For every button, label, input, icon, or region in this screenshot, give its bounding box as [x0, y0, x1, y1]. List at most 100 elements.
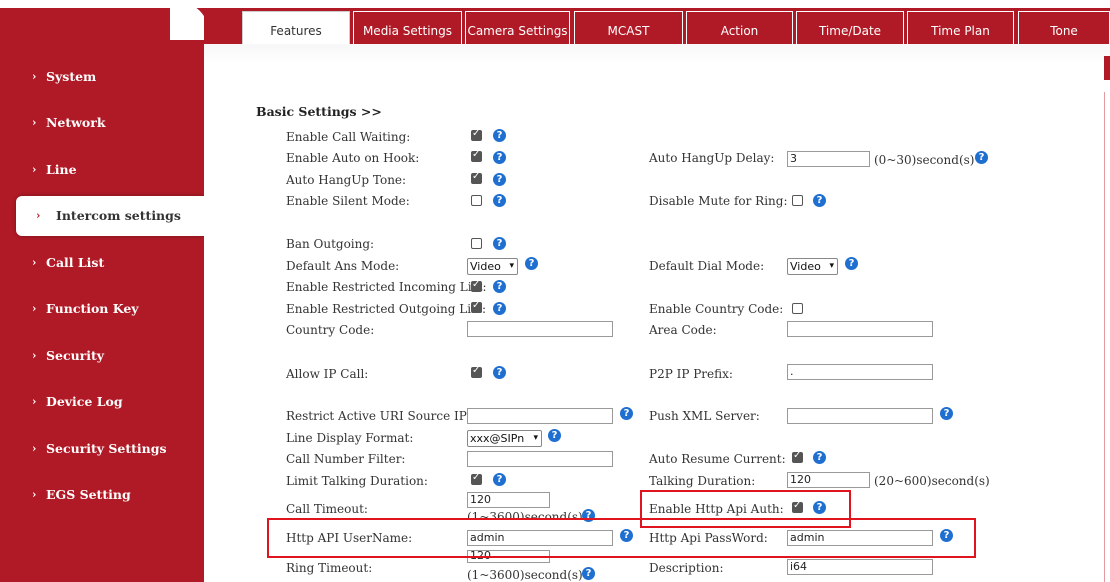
auto-resume-current-checkbox[interactable] — [792, 450, 803, 463]
help-icon[interactable]: ? — [493, 151, 506, 164]
line-display-format-select[interactable]: xxx@SIPn ▾ — [467, 430, 542, 447]
restricted-outgoing-checkbox[interactable] — [471, 300, 482, 313]
help-icon[interactable]: ? — [845, 257, 858, 270]
restricted-incoming-label: Enable Restricted Incoming List: — [286, 280, 487, 294]
country-code-enable-checkbox[interactable] — [792, 303, 803, 314]
default-ans-mode-select[interactable]: Video ▾ — [467, 258, 518, 275]
tab-features[interactable]: Features — [242, 11, 350, 44]
sidebar-item-label: EGS Setting — [46, 487, 131, 502]
tab-tone[interactable]: Tone — [1018, 11, 1110, 44]
ring-timeout-hint: (1~3600)second(s) — [467, 568, 583, 582]
restricted-incoming-checkbox[interactable] — [471, 279, 482, 292]
help-icon[interactable]: ? — [620, 407, 633, 420]
p2p-ip-prefix-input[interactable]: . — [787, 364, 933, 380]
ban-outgoing-checkbox[interactable] — [471, 238, 482, 249]
sidebar-item-system[interactable]: › System — [0, 62, 204, 92]
default-ans-mode-label: Default Ans Mode: — [286, 259, 400, 273]
call-number-filter-input[interactable] — [467, 451, 613, 467]
call-waiting-checkbox[interactable] — [471, 128, 482, 141]
sidebar-item-label: Security — [46, 348, 105, 363]
description-input[interactable]: i64 — [787, 559, 933, 575]
default-dial-mode-select[interactable]: Video ▾ — [787, 258, 838, 275]
help-icon[interactable]: ? — [975, 151, 988, 164]
auto-hangup-delay-input[interactable]: 3 — [787, 151, 870, 167]
tab-time-plan[interactable]: Time Plan — [907, 11, 1014, 44]
help-icon[interactable]: ? — [493, 237, 506, 250]
section-title: Basic Settings >> — [256, 104, 382, 119]
tab-mcast[interactable]: MCAST — [574, 11, 683, 44]
auto-hangup-tone-checkbox[interactable] — [471, 171, 482, 184]
highlight-box-http-api-credentials — [267, 518, 976, 558]
country-code-enable-label: Enable Country Code: — [649, 302, 784, 316]
chevron-right-icon: › — [32, 116, 37, 129]
sidebar-item-label: Function Key — [46, 301, 139, 316]
tab-camera-settings[interactable]: Camera Settings — [465, 11, 570, 44]
chevron-right-icon: › — [36, 209, 41, 222]
right-panel-border — [1104, 92, 1110, 582]
help-icon[interactable]: ? — [493, 129, 506, 142]
help-icon[interactable]: ? — [940, 407, 953, 420]
help-icon[interactable]: ? — [493, 302, 506, 315]
chevron-right-icon: › — [32, 256, 37, 269]
line-display-format-label: Line Display Format: — [286, 431, 414, 445]
select-value: xxx@SIPn — [470, 432, 525, 445]
sidebar-item-label: Call List — [46, 255, 105, 270]
allow-ip-call-label: Allow IP Call: — [286, 367, 369, 381]
sidebar-item-security-settings[interactable]: › Security Settings — [0, 434, 204, 464]
sidebar-item-label: System — [46, 69, 97, 84]
auto-on-hook-checkbox[interactable] — [471, 149, 482, 162]
call-timeout-label: Call Timeout: — [286, 502, 368, 516]
sidebar-item-security[interactable]: › Security — [0, 341, 204, 371]
help-icon[interactable]: ? — [493, 194, 506, 207]
call-waiting-label: Enable Call Waiting: — [286, 130, 411, 144]
call-number-filter-label: Call Number Filter: — [286, 452, 406, 466]
sidebar-item-label: Network — [46, 115, 106, 130]
country-code-input[interactable] — [467, 321, 613, 337]
help-icon[interactable]: ? — [582, 567, 595, 580]
tab-media-settings[interactable]: Media Settings — [353, 11, 462, 44]
chevron-down-icon: ▾ — [829, 261, 834, 271]
auto-hangup-tone-label: Auto HangUp Tone: — [286, 173, 407, 187]
sidebar-item-call-list[interactable]: › Call List — [0, 248, 204, 278]
sidebar-item-intercom-settings[interactable]: › Intercom settings — [16, 196, 204, 236]
restrict-uri-ip-label: Restrict Active URI Source IP: — [286, 409, 471, 423]
silent-mode-label: Enable Silent Mode: — [286, 194, 410, 208]
allow-ip-call-checkbox[interactable] — [471, 365, 482, 378]
ring-timeout-label: Ring Timeout: — [286, 561, 373, 575]
help-icon[interactable]: ? — [493, 173, 506, 186]
silent-mode-checkbox[interactable] — [471, 195, 482, 206]
limit-talking-duration-label: Limit Talking Duration: — [286, 474, 428, 488]
chevron-right-icon: › — [32, 488, 37, 501]
sidebar-item-line[interactable]: › Line — [0, 155, 204, 185]
tab-action[interactable]: Action — [686, 11, 793, 44]
chevron-down-icon: ▾ — [533, 433, 538, 443]
help-icon[interactable]: ? — [493, 366, 506, 379]
disable-mute-ring-checkbox[interactable] — [792, 195, 803, 206]
help-icon[interactable]: ? — [493, 473, 506, 486]
area-code-input[interactable] — [787, 321, 933, 337]
sidebar-item-network[interactable]: › Network — [0, 108, 204, 138]
chevron-right-icon: › — [32, 163, 37, 176]
limit-talking-duration-checkbox[interactable] — [471, 472, 482, 485]
talking-duration-input[interactable]: 120 — [787, 472, 870, 488]
tab-time-date[interactable]: Time/Date — [796, 11, 904, 44]
sidebar-item-function-key[interactable]: › Function Key — [0, 294, 204, 324]
help-icon[interactable]: ? — [813, 451, 826, 464]
push-xml-server-input[interactable] — [787, 408, 933, 424]
help-icon[interactable]: ? — [493, 280, 506, 293]
help-icon[interactable]: ? — [525, 257, 538, 270]
description-label: Description: — [649, 561, 724, 575]
sidebar-item-egs-setting[interactable]: › EGS Setting — [0, 480, 204, 510]
disable-mute-ring-label: Disable Mute for Ring: — [649, 194, 788, 208]
area-code-label: Area Code: — [649, 323, 717, 337]
sidebar-item-device-log[interactable]: › Device Log — [0, 387, 204, 417]
help-icon[interactable]: ? — [548, 429, 561, 442]
ban-outgoing-label: Ban Outgoing: — [286, 237, 375, 251]
auto-resume-current-label: Auto Resume Current: — [649, 452, 786, 466]
restrict-uri-ip-input[interactable] — [467, 408, 613, 424]
push-xml-server-label: Push XML Server: — [649, 409, 760, 423]
help-icon[interactable]: ? — [813, 194, 826, 207]
chevron-right-icon: › — [32, 395, 37, 408]
call-timeout-input[interactable]: 120 — [467, 492, 550, 508]
select-value: Video — [790, 260, 821, 273]
